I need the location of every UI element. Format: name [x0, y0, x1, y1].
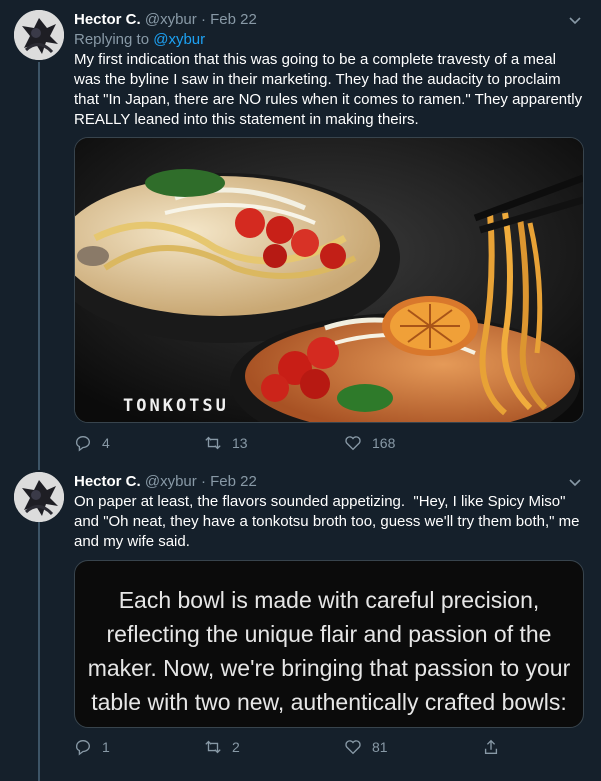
tweet-date[interactable]: Feb 22 [210, 473, 257, 490]
heart-icon [345, 436, 361, 451]
tweet-text: On paper at least, the flavors sounded a… [74, 493, 584, 550]
heart-icon [345, 740, 361, 755]
tweet[interactable]: Hector C. @xybur · Feb 22 On paper at le… [0, 472, 601, 772]
separator-dot: · [200, 11, 206, 28]
separator-dot: · [200, 473, 206, 490]
like-button[interactable]: 81 [344, 738, 388, 756]
reply-count: 4 [102, 435, 110, 451]
avatar-image [14, 472, 64, 522]
user-handle[interactable]: @xybur [145, 11, 197, 28]
image-quote-text: Each bowl is made with careful precision… [87, 587, 571, 727]
ramen-photo [75, 138, 583, 422]
chevron-down-icon[interactable] [567, 12, 583, 28]
like-button[interactable]: 168 [344, 434, 395, 452]
replying-to-link[interactable]: @xybur [153, 31, 205, 48]
reply-button[interactable]: 1 [74, 738, 110, 756]
display-name[interactable]: Hector C. [74, 473, 141, 490]
chevron-down-icon[interactable] [567, 474, 583, 490]
retweet-icon [205, 740, 221, 754]
tweet-actions: 1 2 81 [74, 738, 504, 758]
reply-icon [76, 740, 90, 756]
replying-to: Replying to @xybur [74, 30, 205, 50]
tweet-actions: 4 13 168 [74, 434, 514, 454]
reply-icon [76, 436, 90, 452]
tweet-image[interactable]: Each bowl is made with careful precision… [74, 560, 584, 728]
avatar-image [14, 10, 64, 60]
image-caption: TONKOTSU [123, 396, 229, 416]
avatar[interactable] [14, 10, 64, 60]
retweet-button[interactable]: 13 [204, 434, 248, 452]
tweet[interactable]: Hector C. @xybur · Feb 22 Replying to @x… [0, 10, 601, 460]
like-count: 168 [372, 435, 396, 451]
replying-prefix: Replying to [74, 31, 154, 48]
share-icon [484, 739, 498, 754]
reply-button[interactable]: 4 [74, 434, 110, 452]
retweet-count: 2 [232, 739, 240, 755]
tweet-date[interactable]: Feb 22 [210, 11, 257, 28]
like-count: 81 [372, 739, 388, 755]
retweet-button[interactable]: 2 [204, 738, 240, 756]
display-name[interactable]: Hector C. [74, 11, 141, 28]
tweet-image[interactable]: TONKOTSU [74, 137, 584, 423]
retweet-count: 13 [232, 435, 248, 451]
share-button[interactable] [482, 738, 500, 756]
user-handle[interactable]: @xybur [145, 473, 197, 490]
tweet-header: Hector C. @xybur · Feb 22 [74, 472, 257, 492]
reply-count: 1 [102, 739, 110, 755]
tweet-text: My first indication that this was going … [74, 51, 587, 128]
avatar[interactable] [14, 472, 64, 522]
tweet-header: Hector C. @xybur · Feb 22 [74, 10, 257, 30]
retweet-icon [205, 436, 221, 450]
